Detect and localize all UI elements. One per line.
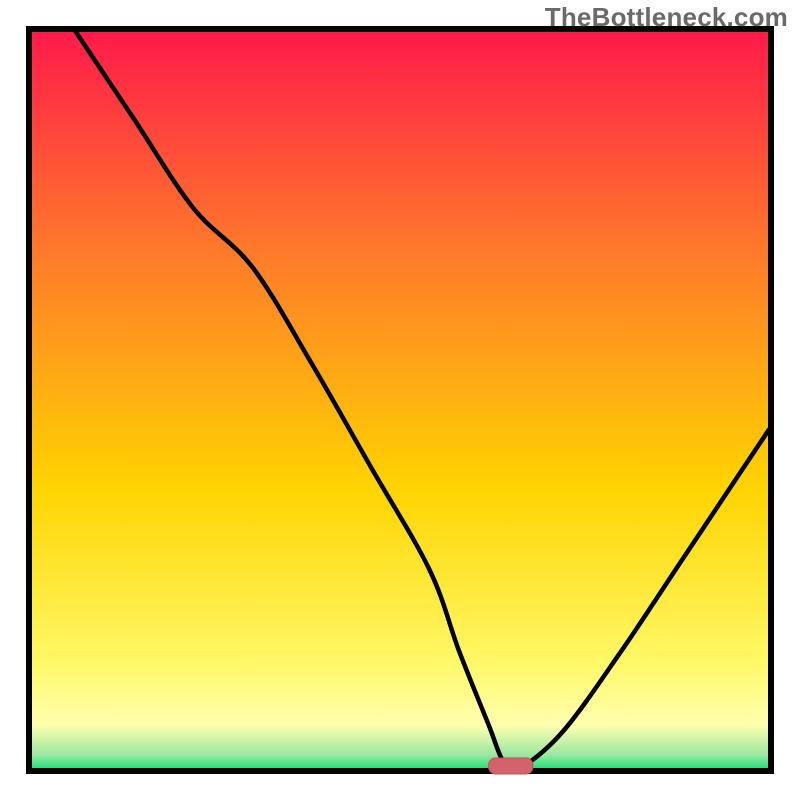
chart-stage: TheBottleneck.com bbox=[0, 0, 800, 800]
gradient-background bbox=[31, 31, 769, 769]
optimum-marker bbox=[489, 758, 533, 774]
bottleneck-chart bbox=[0, 0, 800, 800]
watermark-text: TheBottleneck.com bbox=[545, 2, 788, 33]
